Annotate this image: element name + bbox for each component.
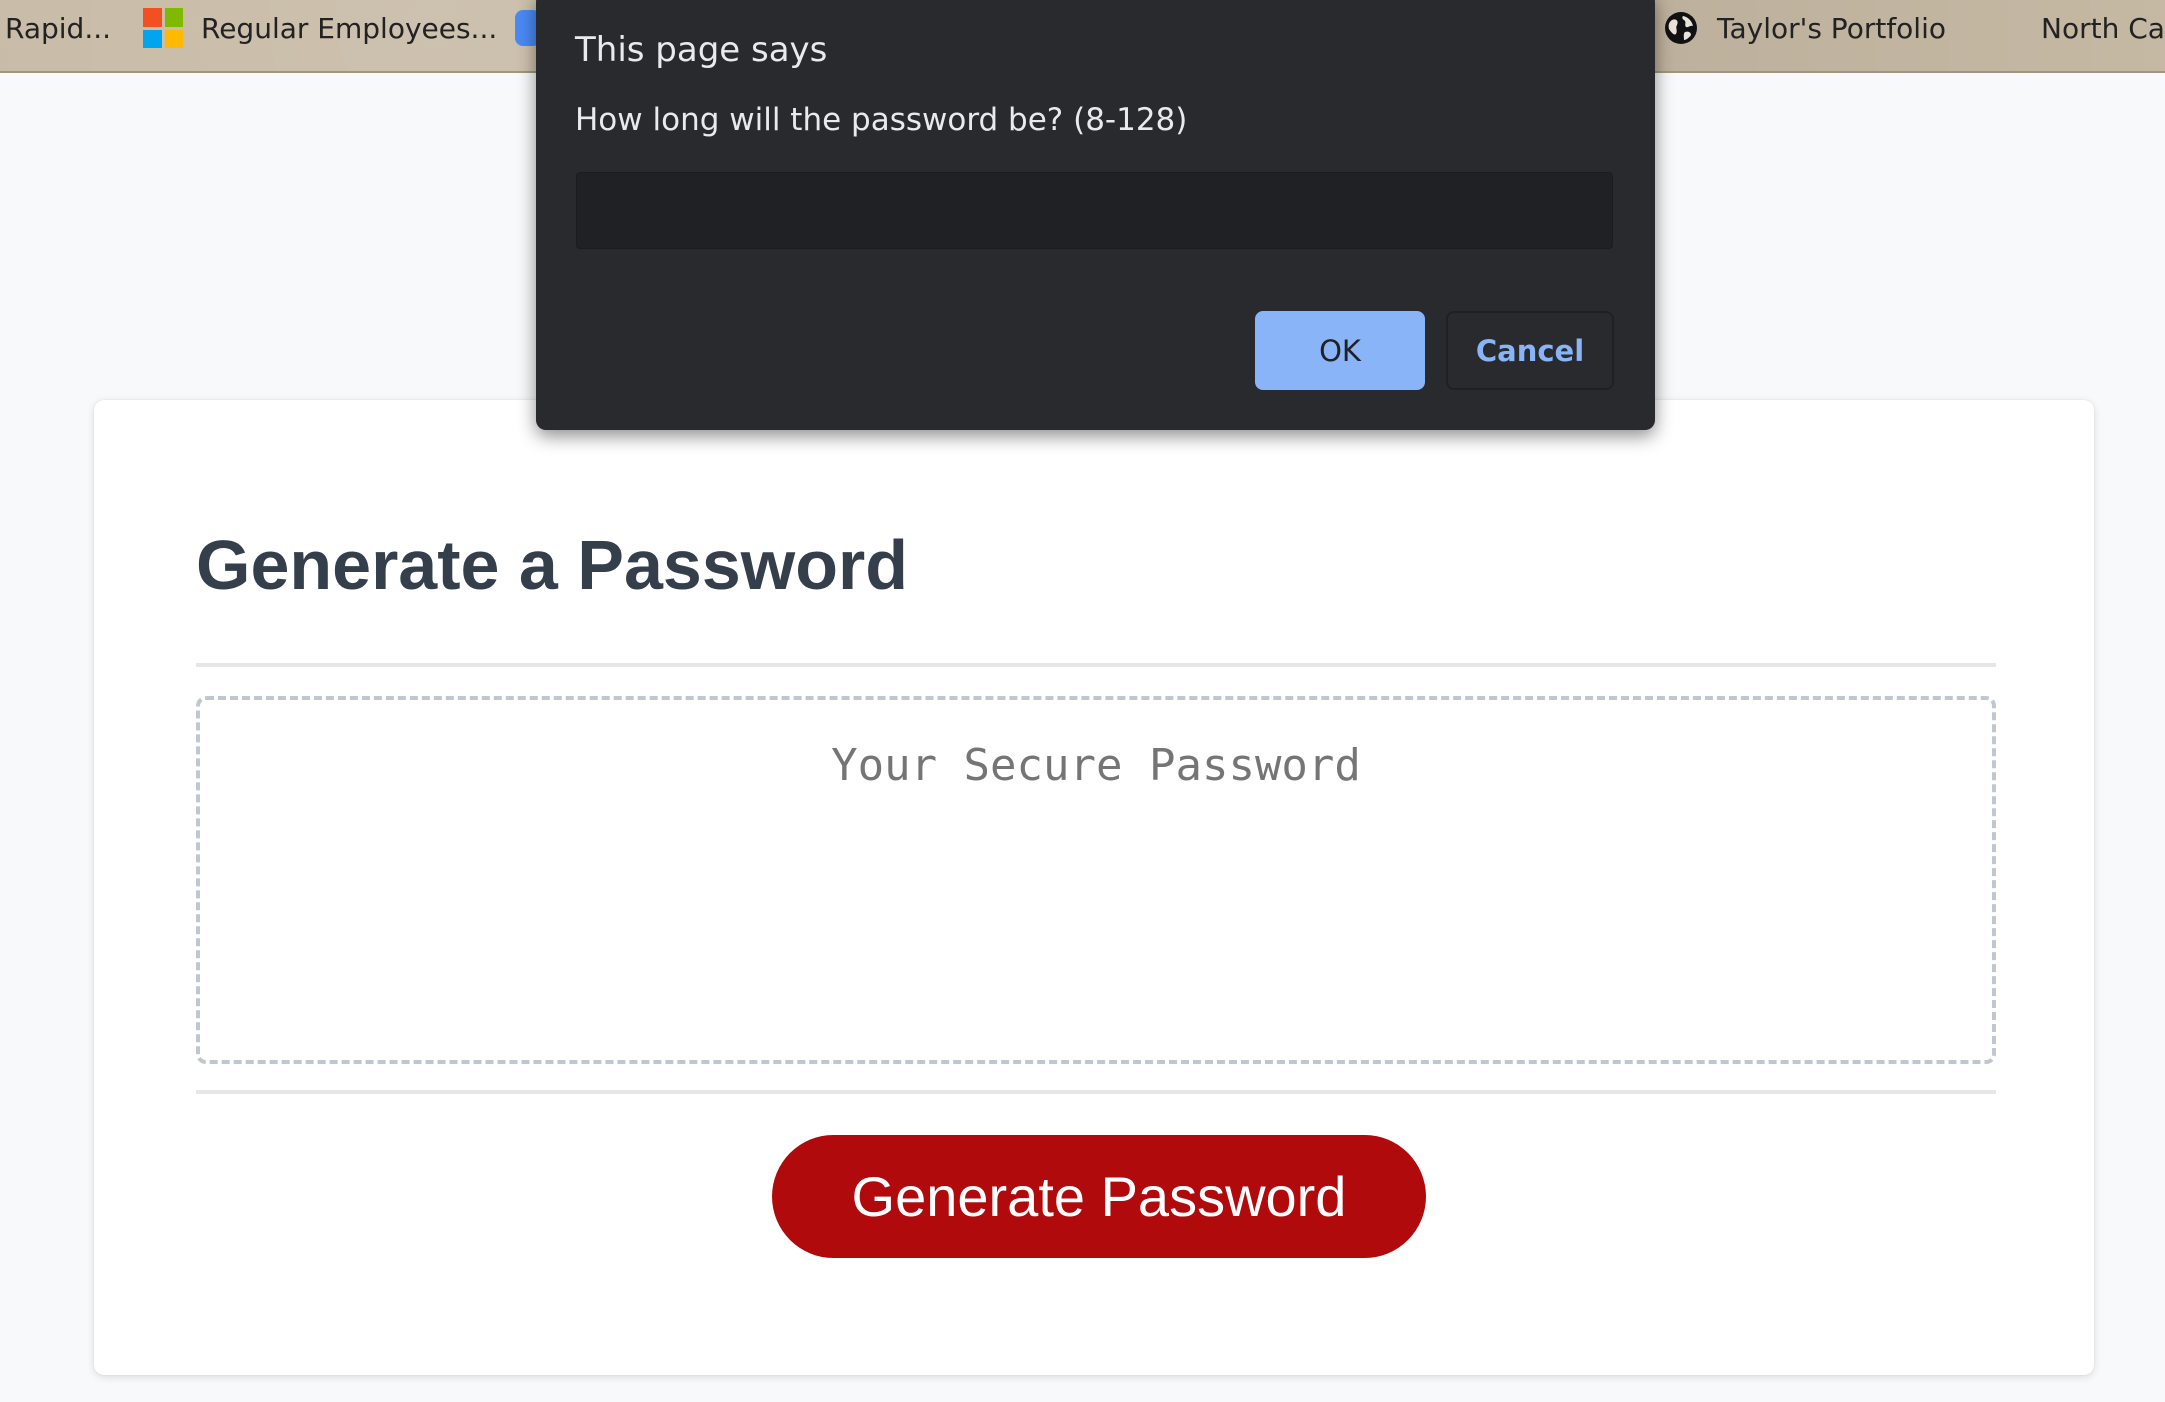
bookmark-regular-employees[interactable]: Regular Employees... [143,0,497,56]
bookmark-label: Regular Employees... [201,11,498,45]
divider [196,663,1996,667]
bookmark-taylors-portfolio[interactable]: Taylor's Portfolio [1663,0,1946,56]
divider [196,1090,1996,1094]
password-output[interactable] [196,696,1996,1064]
dialog-title: This page says [575,30,828,70]
password-generator-card: Generate a Password Generate Password [94,400,2094,1375]
password-length-input[interactable] [576,172,1613,249]
bookmark-rapid[interactable]: Rapid... [5,0,111,56]
bookmark-label: Rapid... [5,11,112,45]
dialog-message: How long will the password be? (8-128) [575,102,1188,138]
bookmark-north-car[interactable]: North Car [2041,0,2165,56]
bookmark-label: North Car [2041,11,2165,45]
page-title: Generate a Password [196,526,908,604]
prompt-dialog: This page says How long will the passwor… [536,0,1655,430]
globe-icon [1665,12,1697,44]
ok-button[interactable]: OK [1255,311,1425,390]
microsoft-logo-icon [143,8,183,48]
generate-password-button[interactable]: Generate Password [772,1135,1426,1258]
bookmark-label: Taylor's Portfolio [1717,11,1946,45]
cancel-button[interactable]: Cancel [1446,311,1614,390]
